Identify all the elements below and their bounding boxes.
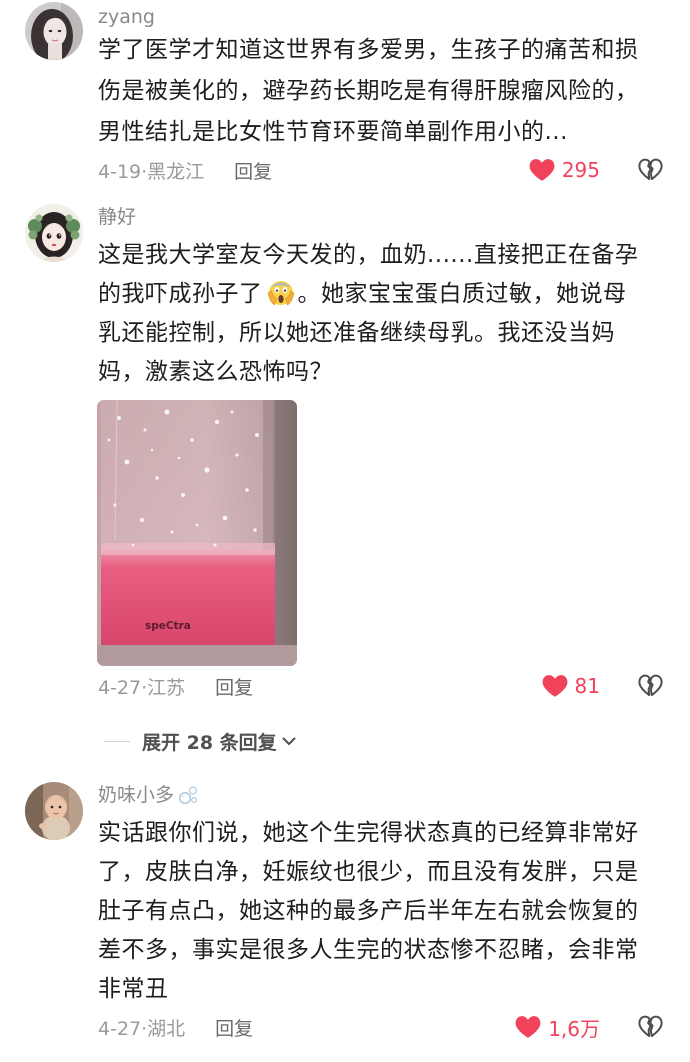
comment-text-line: 男性结扎是比女性节育环要简单副作用小的... bbox=[98, 119, 568, 145]
comment-item: zyang 学了医学才知道这世界有多爱男，生孩子的痛苦和损 伤是被美化的，避孕药… bbox=[0, 0, 690, 190]
reply-button[interactable]: 回复 bbox=[215, 673, 253, 700]
avatar[interactable] bbox=[25, 782, 83, 840]
comment-image[interactable]: speCtra bbox=[97, 400, 297, 666]
comment-meta: 4-27·江苏 回复 bbox=[98, 673, 253, 700]
username-text: 奶味小多 bbox=[98, 784, 175, 806]
reply-button[interactable]: 回复 bbox=[215, 1014, 253, 1041]
like-count: 1,6万 bbox=[548, 1016, 600, 1041]
date-location: 4-27·江苏 bbox=[98, 676, 186, 699]
reply-button[interactable]: 回复 bbox=[234, 157, 272, 184]
comment-text-line: 的我吓成孙子了 。她家宝宝蛋白质过敏，她说母 bbox=[98, 275, 668, 314]
comment-text-line: 学了医学才知道这世界有多爱男，生孩子的痛苦和损 bbox=[98, 37, 639, 63]
heart-filled-icon bbox=[515, 1016, 541, 1038]
comment-text-segment: 的我吓成孙子了 bbox=[98, 281, 263, 307]
avatar-baby-photo-icon bbox=[25, 782, 83, 840]
username[interactable]: 奶味小多 bbox=[98, 783, 199, 807]
comment-text-line: 伤是被美化的，避孕药长期吃是有得肝腺瘤风险的， bbox=[98, 78, 639, 104]
comment-text-line: 乳还能控制，所以她还准备继续母乳。我还没当妈 bbox=[98, 320, 615, 346]
comment-text-line: 妈，激素这么恐怖吗？ bbox=[98, 359, 333, 385]
comment-text-line: 了，皮肤白净，妊娠纹也很少，而且没有发胖，只是 bbox=[98, 859, 639, 885]
expand-replies-label: 展开 28 条回复 bbox=[142, 731, 277, 754]
chevron-down-icon bbox=[282, 737, 296, 745]
avatar-cartoon-icon bbox=[25, 204, 83, 262]
comment-text-line: 这是我大学室友今天发的，血奶......直接把正在备孕 bbox=[98, 242, 639, 268]
broken-heart-icon bbox=[638, 1015, 663, 1037]
bottle-logo-text: speCtra bbox=[145, 620, 191, 632]
comment-item: 静好 这是我大学室友今天发的，血奶......直接把正在备孕 的我吓成孙子了 。… bbox=[0, 204, 690, 704]
comment-text: 这是我大学室友今天发的，血奶......直接把正在备孕 的我吓成孙子了 。她家宝… bbox=[98, 236, 668, 392]
comment-text-line: 实话跟你们说，她这个生完得状态真的已经算非常好 bbox=[98, 820, 639, 846]
like-button[interactable]: 81 bbox=[542, 672, 600, 700]
avatar[interactable] bbox=[25, 204, 83, 262]
like-count: 81 bbox=[574, 674, 600, 698]
scream-emoji-icon bbox=[266, 278, 296, 308]
expand-replies: 展开 28 条回复 bbox=[0, 729, 690, 754]
date-location: 4-19·黑龙江 bbox=[98, 160, 205, 183]
broken-heart-icon bbox=[638, 674, 663, 696]
dislike-button[interactable] bbox=[638, 673, 663, 698]
dislike-button[interactable] bbox=[638, 1014, 663, 1039]
avatar[interactable] bbox=[25, 2, 83, 60]
comment-meta: 4-27·湖北 回复 bbox=[98, 1014, 253, 1041]
comment-text: 学了医学才知道这世界有多爱男，生孩子的痛苦和损 伤是被美化的，避孕药长期吃是有得… bbox=[98, 30, 668, 153]
comment-item: 奶味小多 实话跟你们说，她这个生完得状态真的已经算非常好 了，皮肤白净，妊娠纹也… bbox=[0, 782, 690, 1052]
broken-heart-icon bbox=[638, 158, 663, 180]
milk-bottle-photo: speCtra bbox=[97, 400, 297, 666]
divider bbox=[104, 741, 130, 742]
comment-text-line: 差不多，事实是很多人生完的状态惨不忍睹，会非常 bbox=[98, 937, 639, 963]
comment-text: 实话跟你们说，她这个生完得状态真的已经算非常好 了，皮肤白净，妊娠纹也很少，而且… bbox=[98, 814, 668, 1009]
avatar-photo-icon bbox=[25, 2, 83, 60]
username[interactable]: 静好 bbox=[98, 205, 136, 229]
like-button[interactable]: 1,6万 bbox=[515, 1013, 600, 1041]
dislike-button[interactable] bbox=[638, 157, 663, 182]
username[interactable]: zyang bbox=[98, 5, 155, 29]
like-count: 295 bbox=[561, 158, 600, 182]
date-location: 4-27·湖北 bbox=[98, 1017, 186, 1040]
heart-filled-icon bbox=[529, 159, 555, 181]
comment-meta: 4-19·黑龙江 回复 bbox=[98, 157, 272, 184]
expand-replies-button[interactable]: 展开 28 条回复 bbox=[142, 729, 298, 754]
comment-text-line: 非常丑 bbox=[98, 976, 169, 1002]
like-button[interactable]: 295 bbox=[529, 156, 600, 184]
heart-filled-icon bbox=[542, 675, 567, 697]
bubbles-icon bbox=[179, 786, 198, 805]
comment-text-line: 肚子有点凸，她这种的最多产后半年左右就会恢复的 bbox=[98, 898, 639, 924]
comment-text-segment: 。她家宝宝蛋白质过敏，她说母 bbox=[297, 281, 627, 307]
